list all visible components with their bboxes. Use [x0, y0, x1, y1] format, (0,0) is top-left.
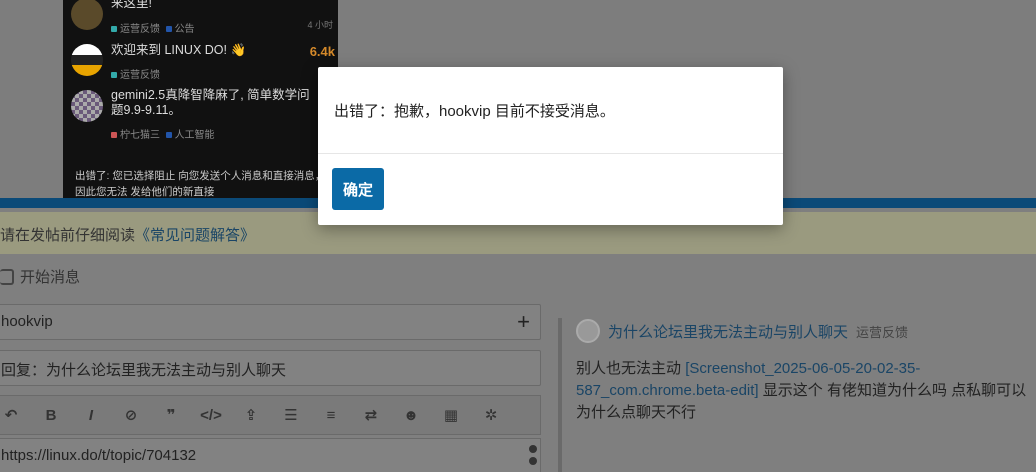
upload-icon[interactable]: ⇪	[231, 406, 271, 424]
swap-icon[interactable]: ⇄	[351, 406, 391, 424]
topic-meta: 运营反馈	[111, 66, 160, 81]
bold-icon[interactable]: B	[31, 407, 71, 424]
dialog-message: 出错了：抱歉，hookvip 目前不接受消息。	[334, 103, 615, 120]
faq-link[interactable]: 《常见问题解答》	[135, 227, 255, 244]
topic-item[interactable]: 欢迎来到 LINUX DO! 👋 运营反馈 6.4k 3d	[71, 40, 335, 84]
editor-toolbar: ↶ B I ⊘ ❞ </> ⇪ ☰ ≡ ⇄ ☻ ▦ ✲	[0, 395, 541, 435]
background-error-text: 出错了: 您已选择阻止 向您发送个人消息和直接消息，因此您无法 发给他们的新直接	[75, 170, 326, 198]
topic-list-card: 来这里! 运营反馈 公告 4 小时 欢迎来到 LINUX DO! 👋 运营反馈 …	[63, 0, 338, 198]
preview-title[interactable]: 为什么论坛里我无法主动与别人聊天	[608, 321, 848, 342]
avatar	[71, 44, 103, 76]
preview-body: 别人也无法主动 [Screenshot_2025-06-05-20-02-35-…	[576, 360, 1027, 421]
topic-item[interactable]: gemini2.5真降智降麻了, 简单数学问题9.9-9.11。 柠七猫三 人工…	[71, 86, 335, 141]
code-icon[interactable]: </>	[191, 407, 231, 424]
editor-textarea[interactable]: https://linux.do/t/topic/704132	[0, 438, 541, 472]
add-recipient-icon[interactable]: +	[517, 309, 530, 335]
topic-item[interactable]: 来这里! 运营反馈 公告 4 小时	[71, 0, 335, 38]
message-icon	[0, 268, 14, 285]
topic-time: 4 小时	[307, 20, 333, 30]
italic-icon[interactable]: I	[71, 407, 111, 424]
topic-title[interactable]: 欢迎来到 LINUX DO! 👋	[111, 43, 246, 58]
tag-icon	[165, 26, 172, 33]
title-field[interactable]: 回复：为什么论坛里我无法主动与别人聊天	[0, 350, 541, 386]
ok-button[interactable]: 确定	[332, 168, 385, 210]
composer-heading: 开始消息	[0, 266, 80, 287]
topic-meta: 运营反馈 公告	[111, 20, 195, 35]
calendar-icon[interactable]: ▦	[431, 406, 471, 424]
category-icon	[111, 132, 117, 139]
recipient-field[interactable]: hookvip +	[0, 304, 541, 340]
category-icon	[111, 26, 117, 33]
reply-count: 6.4k	[309, 44, 335, 59]
composer-panel: 请在发帖前仔细阅读《常见问题解答》 开始消息 hookvip + 回复：为什么论…	[0, 198, 1036, 472]
topic-title[interactable]: 来这里!	[111, 0, 152, 11]
tag-icon	[165, 132, 172, 139]
preview-category[interactable]: 运营反馈	[856, 322, 908, 341]
bullet-list-icon[interactable]: ☰	[271, 406, 311, 424]
avatar	[71, 0, 103, 30]
link-icon[interactable]: ⊘	[111, 406, 151, 424]
topic-meta: 柠七猫三 人工智能	[111, 126, 215, 141]
editor-scrollbar[interactable]	[528, 441, 538, 472]
dialog-divider	[318, 153, 783, 154]
emoji-icon[interactable]: ☻	[391, 407, 431, 424]
avatar	[71, 90, 103, 122]
error-dialog: 出错了：抱歉，hookvip 目前不接受消息。 确定	[318, 67, 783, 225]
category-icon	[111, 72, 117, 79]
numbered-list-icon[interactable]: ≡	[311, 407, 351, 424]
settings-icon[interactable]: ✲	[471, 406, 511, 424]
quote-icon[interactable]: ❞	[151, 406, 191, 424]
preview-panel: 为什么论坛里我无法主动与别人聊天 运营反馈 别人也无法主动 [Screensho…	[558, 318, 1036, 472]
undo-icon[interactable]: ↶	[0, 406, 31, 424]
avatar	[576, 319, 600, 343]
topic-title[interactable]: gemini2.5真降智降麻了, 简单数学问题9.9-9.11。	[111, 88, 321, 118]
